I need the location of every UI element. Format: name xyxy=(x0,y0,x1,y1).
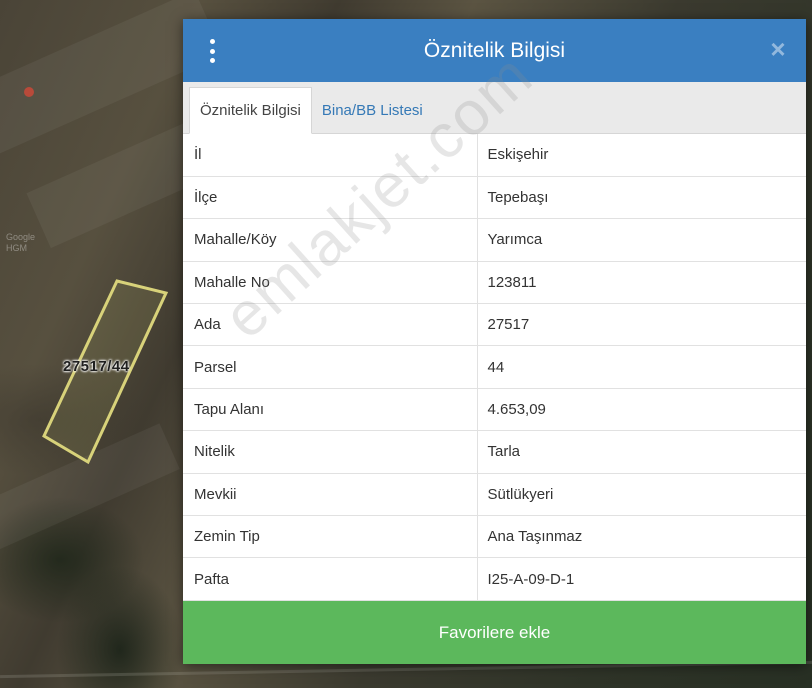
tab-building-list[interactable]: Bina/BB Listesi xyxy=(312,87,433,133)
row-value: Sütlükyeri xyxy=(477,473,806,517)
table-row: Ada 27517 xyxy=(183,303,806,347)
row-key: Parsel xyxy=(183,345,478,389)
parcel-number-label: 27517/44 xyxy=(63,358,130,375)
tab-attribute-info[interactable]: Öznitelik Bilgisi xyxy=(189,87,312,134)
row-value: 27517 xyxy=(477,303,806,347)
row-key: Pafta xyxy=(183,557,478,601)
row-value: Eskişehir xyxy=(477,134,806,177)
panel-title: Öznitelik Bilgisi xyxy=(423,38,566,62)
attribute-table: İl Eskişehir İlçe Tepebaşı Mahalle/Köy Yarı… xyxy=(183,134,806,601)
row-key: Mahalle/Köy xyxy=(183,218,478,262)
table-row: Zemin Tip Ana Taşınmaz xyxy=(183,515,806,559)
row-key: Nitelik xyxy=(183,430,478,474)
table-row: Mahalle/Köy Yarımca xyxy=(183,218,806,262)
row-value: 44 xyxy=(477,345,806,389)
parcel-outline[interactable] xyxy=(0,0,183,688)
row-key: İl xyxy=(183,134,478,177)
row-value: I25-A-09-D-1 xyxy=(477,557,806,601)
row-value: Ana Taşınmaz xyxy=(477,515,806,559)
row-key: Mevkii xyxy=(183,473,478,517)
row-value: 4.653,09 xyxy=(477,388,806,432)
close-icon[interactable]: × xyxy=(766,36,790,62)
table-row: Nitelik Tarla xyxy=(183,430,806,474)
row-value: 123811 xyxy=(477,261,806,305)
attribute-info-panel: Öznitelik Bilgisi × Öznitelik Bilgisi Bi… xyxy=(183,19,806,664)
row-value: Tarla xyxy=(477,430,806,474)
panel-header: Öznitelik Bilgisi × xyxy=(183,19,806,82)
row-value: Yarımca xyxy=(477,218,806,262)
add-to-favorites-button[interactable]: Favorilere ekle xyxy=(183,601,806,664)
table-row: Tapu Alanı 4.653,09 xyxy=(183,388,806,432)
row-key: Mahalle No xyxy=(183,261,478,305)
vertical-dots-icon[interactable] xyxy=(207,39,217,63)
row-value: Tepebaşı xyxy=(477,176,806,220)
row-key: Tapu Alanı xyxy=(183,388,478,432)
table-row: İl Eskişehir xyxy=(183,134,806,177)
table-row: Mahalle No 123811 xyxy=(183,261,806,305)
table-row: İlçe Tepebaşı xyxy=(183,176,806,220)
row-key: Zemin Tip xyxy=(183,515,478,559)
table-row: Pafta I25-A-09-D-1 xyxy=(183,557,806,601)
table-row: Parsel 44 xyxy=(183,345,806,389)
row-key: Ada xyxy=(183,303,478,347)
table-row: Mevkii Sütlükyeri xyxy=(183,473,806,517)
tab-bar: Öznitelik Bilgisi Bina/BB Listesi xyxy=(183,82,806,134)
row-key: İlçe xyxy=(183,176,478,220)
